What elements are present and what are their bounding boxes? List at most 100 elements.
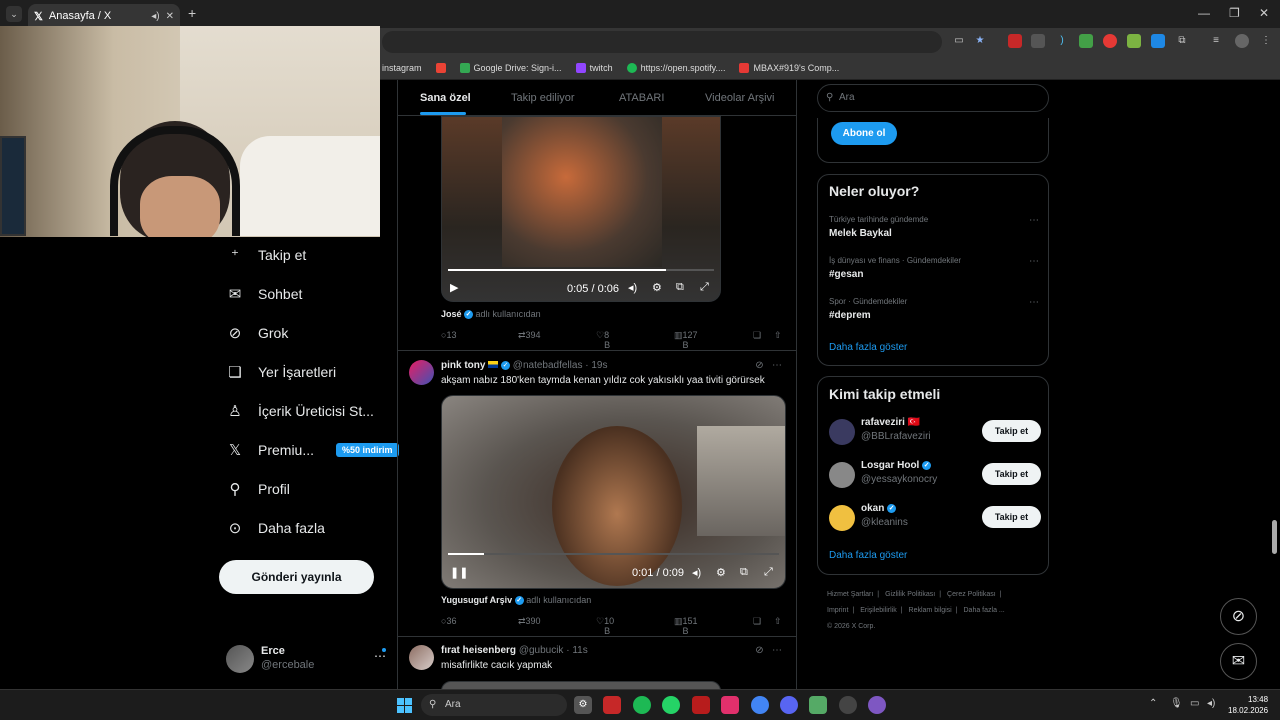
windows-start-icon[interactable] — [397, 698, 412, 713]
app-icon[interactable] — [692, 696, 710, 714]
post-handle[interactable]: @gubucik — [519, 645, 564, 656]
pause-icon[interactable]: ❚❚ — [450, 566, 468, 579]
grok-fab[interactable]: ⊘ — [1220, 598, 1257, 635]
bookmark-icon[interactable]: ❏ — [753, 330, 761, 341]
window-close-icon[interactable]: ✕ — [1259, 6, 1269, 20]
nav-premium[interactable]: 𝕏 Premiu... %50 indirim — [226, 441, 399, 459]
tab-search-button[interactable]: ⌄ — [6, 6, 22, 22]
bookmark-icon[interactable]: ❏ — [753, 616, 761, 627]
grok-icon[interactable]: ⊘ — [755, 360, 763, 371]
more-icon[interactable]: ⋯ — [772, 360, 782, 371]
messages-fab[interactable]: ✉ — [1220, 643, 1257, 680]
post-time[interactable]: · 11s — [566, 645, 588, 656]
avatar[interactable] — [409, 360, 434, 385]
browser-tab[interactable]: 𝕏 Anasayfa / X ◂) ✕ — [28, 4, 180, 28]
clock[interactable]: 13:48 18.02.2026 — [1228, 694, 1268, 716]
pip-icon[interactable]: ⧉ — [676, 281, 684, 294]
scrollbar[interactable] — [1272, 520, 1277, 554]
search-input[interactable]: ⚲ Ara — [817, 84, 1049, 112]
volume-icon[interactable]: ◂) — [1207, 698, 1215, 709]
views-button[interactable]: ▥ 127 B — [674, 330, 698, 350]
post-author-name[interactable]: pink tony — [441, 360, 485, 371]
tab-following[interactable]: Takip ediliyor — [511, 92, 575, 104]
footer-link[interactable]: Çerez Politikası — [947, 591, 996, 598]
extension-icon[interactable] — [1151, 34, 1165, 48]
media-icon[interactable]: ≡ — [1209, 34, 1223, 48]
settings-app-icon[interactable]: ⚙ — [574, 696, 592, 714]
volume-icon[interactable]: ◂) — [628, 281, 637, 294]
post-options[interactable]: ⊘ ⋯ — [755, 645, 782, 656]
show-more-link[interactable]: Daha fazla göster — [829, 342, 907, 353]
chevron-up-icon[interactable]: ⌃ — [1149, 698, 1157, 709]
tab-close-icon[interactable]: ✕ — [166, 11, 174, 22]
extension-icon[interactable]: ) — [1055, 34, 1069, 48]
cast-icon[interactable]: ▭ — [952, 34, 966, 48]
shield-extension-icon[interactable] — [1031, 34, 1045, 48]
follow-button[interactable]: Takip et — [982, 506, 1041, 528]
extension-icon[interactable] — [1008, 34, 1022, 48]
bookmark-spotify[interactable]: https://open.spotify.... — [626, 62, 725, 73]
repost-button[interactable]: ⇄ 394 — [518, 330, 541, 341]
follow-suggestion[interactable]: rafaveziri 🇹🇷 @BBLrafaveziri Takip et — [829, 417, 1041, 447]
repost-button[interactable]: ⇄ 390 — [518, 616, 541, 627]
app-icon[interactable] — [839, 696, 857, 714]
address-bar[interactable] — [382, 31, 942, 53]
follow-button[interactable]: Takip et — [982, 420, 1041, 442]
bookmark-star-icon[interactable]: ★ — [973, 34, 987, 48]
post-author-name[interactable]: fırat heisenberg — [441, 645, 516, 656]
kebab-menu-icon[interactable]: ⋮ — [1259, 34, 1273, 48]
app-icon[interactable] — [809, 696, 827, 714]
chrome-icon[interactable] — [751, 696, 769, 714]
subscribe-button[interactable]: Abone ol — [831, 122, 897, 145]
post-button[interactable]: Gönderi yayınla — [219, 560, 374, 594]
tab-audio-icon[interactable]: ◂) — [151, 11, 159, 22]
pip-icon[interactable]: ⧉ — [740, 566, 748, 579]
video-progress[interactable] — [448, 553, 779, 555]
more-icon[interactable]: ⋯ — [1029, 215, 1039, 226]
app-icon[interactable] — [868, 696, 886, 714]
video-player[interactable]: ❚❚ 0:01 / 0:09 ◂) ⚙ ⧉ ⤢ — [441, 395, 786, 589]
discord-icon[interactable] — [780, 696, 798, 714]
nav-chat[interactable]: ✉ Sohbet — [226, 285, 303, 303]
extension-icon[interactable] — [1127, 34, 1141, 48]
video-progress[interactable] — [448, 269, 714, 271]
like-button[interactable]: ♡ 10 B — [596, 616, 614, 636]
fullscreen-icon[interactable]: ⤢ — [764, 566, 773, 579]
bookmark-twitch[interactable]: twitch — [575, 62, 613, 73]
reply-button[interactable]: ○ 36 — [441, 616, 456, 626]
more-icon[interactable]: ⋯ — [1029, 297, 1039, 308]
app-icon[interactable] — [603, 696, 621, 714]
fullscreen-icon[interactable]: ⤢ — [700, 281, 709, 294]
views-button[interactable]: ▥ 151 B — [674, 616, 698, 636]
display-icon[interactable]: ▭ — [1190, 698, 1199, 709]
footer-link[interactable]: Daha fazla ... — [964, 607, 1005, 614]
reply-button[interactable]: ○ 13 — [441, 330, 456, 340]
bookmark-instagram[interactable]: instagram — [382, 63, 422, 73]
video-source[interactable]: Yugusuguf Arşiv ✓ adlı kullanıcıdan — [441, 595, 591, 606]
puzzle-icon[interactable]: ⧉ — [1175, 34, 1189, 48]
avatar[interactable] — [1235, 34, 1249, 48]
trend-item[interactable]: İş dünyası ve finans · Gündemdekiler #ges… — [829, 256, 1039, 280]
whatsapp-icon[interactable] — [662, 696, 680, 714]
nav-more[interactable]: ⊙ Daha fazla — [226, 519, 325, 537]
more-icon[interactable]: ⋯ — [772, 645, 782, 656]
bookmark-mbax[interactable]: MBAX#919's Comp... — [739, 62, 839, 73]
taskbar-search[interactable]: ⚲ Ara — [421, 694, 567, 716]
footer-link[interactable]: Reklam bilgisi — [909, 607, 952, 614]
trend-item[interactable]: Spor · Gündemdekiler #deprem ⋯ — [829, 297, 1039, 321]
avatar[interactable] — [409, 645, 434, 670]
nav-grok[interactable]: ⊘ Grok — [226, 324, 289, 342]
settings-icon[interactable]: ⚙ — [716, 566, 726, 579]
ublock-icon[interactable] — [1079, 34, 1093, 48]
new-tab-button[interactable]: + — [188, 5, 196, 21]
tab-for-you[interactable]: Sana özel — [420, 92, 471, 104]
footer-link[interactable]: Hizmet Şartları — [827, 591, 873, 598]
account-switcher[interactable]: Erce @ercebale ⋯ — [226, 643, 386, 675]
more-icon[interactable]: ⋯ — [1029, 256, 1039, 267]
share-icon[interactable]: ⇧ — [774, 330, 782, 341]
nav-creator-studio[interactable]: ♙ İçerik Üreticisi St... — [226, 402, 374, 420]
post-time[interactable]: · 19s — [585, 360, 607, 371]
footer-link[interactable]: Imprint — [827, 607, 848, 614]
footer-link[interactable]: Gizlilik Politikası — [885, 591, 935, 598]
play-icon[interactable]: ▶ — [450, 281, 458, 294]
